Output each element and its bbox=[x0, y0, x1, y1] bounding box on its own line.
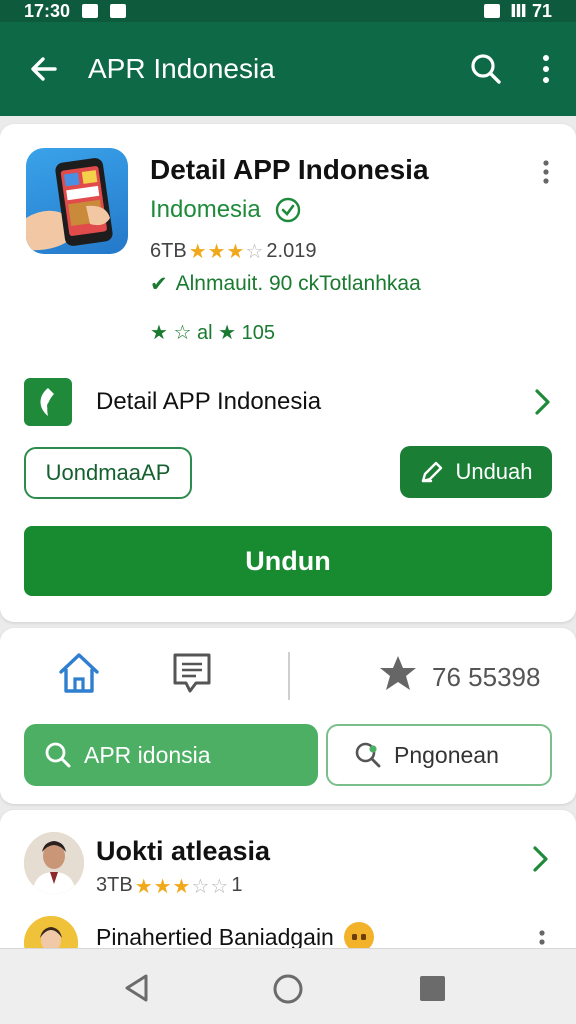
person-avatar-icon bbox=[24, 832, 84, 894]
notification-icon bbox=[82, 4, 99, 18]
download-button[interactable]: Unduah bbox=[400, 446, 552, 498]
feature-line: ✔ Alnmauit. 90 ckTotlanhkaa bbox=[150, 272, 421, 297]
feature-text: Alnmauit. 90 ckTotlanhkaa bbox=[175, 272, 421, 295]
rating-count: 76 55398 bbox=[432, 662, 541, 692]
search-icon bbox=[45, 742, 71, 768]
avatar[interactable] bbox=[24, 832, 84, 894]
system-navigation-bar bbox=[0, 948, 576, 1024]
card-menu-button[interactable] bbox=[542, 160, 550, 189]
navigation-card: 76 55398 APR idonsia Pngonean bbox=[0, 628, 576, 804]
phone-in-hand-icon bbox=[26, 158, 113, 251]
system-home-button[interactable] bbox=[272, 973, 304, 1010]
page-title: APR Indonesia bbox=[88, 53, 275, 84]
app-row-label: Detail APP Indonesia bbox=[96, 388, 322, 415]
secondary-search-label: Pngonean bbox=[394, 741, 499, 768]
verified-check-icon bbox=[275, 197, 300, 223]
back-button[interactable] bbox=[0, 54, 88, 84]
search-button[interactable] bbox=[456, 52, 516, 86]
checkmark-icon: ✔ bbox=[150, 273, 168, 296]
secondary-search-button[interactable]: Pngonean bbox=[326, 724, 552, 786]
search-app-button[interactable]: APR idonsia bbox=[24, 724, 318, 786]
reviewer-name: Uokti atleasia bbox=[96, 836, 271, 866]
reviewer-rating: 3TB ★★★☆☆ 1 bbox=[96, 874, 242, 899]
star-rating-icon: ★★★☆ bbox=[188, 241, 265, 263]
reviewer-name-text: Pinahertied Baniadgain bbox=[96, 923, 334, 950]
reviewer-rating-count: 1 bbox=[231, 874, 243, 896]
circle-home-icon bbox=[273, 974, 303, 1004]
favorite-button[interactable] bbox=[378, 654, 418, 697]
leaf-logo-icon bbox=[40, 388, 57, 416]
search-icon bbox=[471, 54, 501, 84]
system-back-button[interactable] bbox=[122, 973, 152, 1008]
app-title: Detail APP Indonesia bbox=[150, 154, 429, 185]
triangle-back-icon bbox=[125, 974, 148, 1002]
app-icon[interactable] bbox=[26, 148, 128, 254]
divider bbox=[288, 652, 290, 700]
chevron-right-icon bbox=[533, 846, 548, 872]
install-button[interactable]: Undun bbox=[24, 526, 552, 596]
developer-name[interactable]: Indomesia bbox=[150, 196, 301, 224]
battery-text: Ⅲ 71 bbox=[509, 0, 552, 21]
home-icon bbox=[59, 653, 99, 693]
reviewer-rating-text: 3TB bbox=[96, 874, 133, 896]
review-open-button[interactable] bbox=[530, 844, 550, 879]
pencil-icon bbox=[422, 461, 443, 483]
app-detail-card: Detail APP Indonesia Indomesia 6TB ★★★☆ … bbox=[0, 124, 576, 622]
status-time: 17:30 bbox=[24, 0, 71, 21]
more-vert-icon bbox=[543, 55, 549, 83]
wifi-icon bbox=[483, 4, 500, 18]
rating-prefix: 6TB bbox=[150, 240, 187, 262]
app-logo bbox=[24, 378, 72, 426]
star-icon bbox=[380, 656, 416, 690]
developer-label: Indomesia bbox=[150, 196, 261, 223]
recents-icon[interactable] bbox=[420, 976, 445, 1001]
image-icon bbox=[110, 4, 127, 18]
chevron-right-icon bbox=[535, 389, 550, 415]
status-bar: 17:30 Ⅲ 71 bbox=[0, 0, 576, 22]
outline-button[interactable]: UondmaaAP bbox=[24, 447, 192, 499]
search-app-label: APR idonsia bbox=[84, 741, 211, 768]
app-row[interactable]: Detail APP Indonesia bbox=[24, 376, 552, 428]
search-badge-icon bbox=[355, 742, 381, 768]
more-vert-icon bbox=[543, 160, 549, 184]
star-rating-icon: ★★★☆☆ bbox=[134, 876, 230, 898]
overflow-menu-button[interactable] bbox=[516, 54, 576, 84]
download-button-label: Unduah bbox=[455, 459, 533, 484]
rating-suffix: 2.019 bbox=[266, 240, 317, 262]
arrow-back-icon bbox=[31, 57, 57, 81]
home-button[interactable] bbox=[56, 650, 102, 701]
small-rating: ★ ☆ al ★ 105 bbox=[150, 322, 275, 344]
list-chat-icon bbox=[173, 653, 211, 693]
feed-button[interactable] bbox=[170, 650, 214, 701]
app-bar: APR Indonesia bbox=[0, 22, 576, 116]
app-rating: 6TB ★★★☆ 2.019 bbox=[150, 239, 316, 264]
